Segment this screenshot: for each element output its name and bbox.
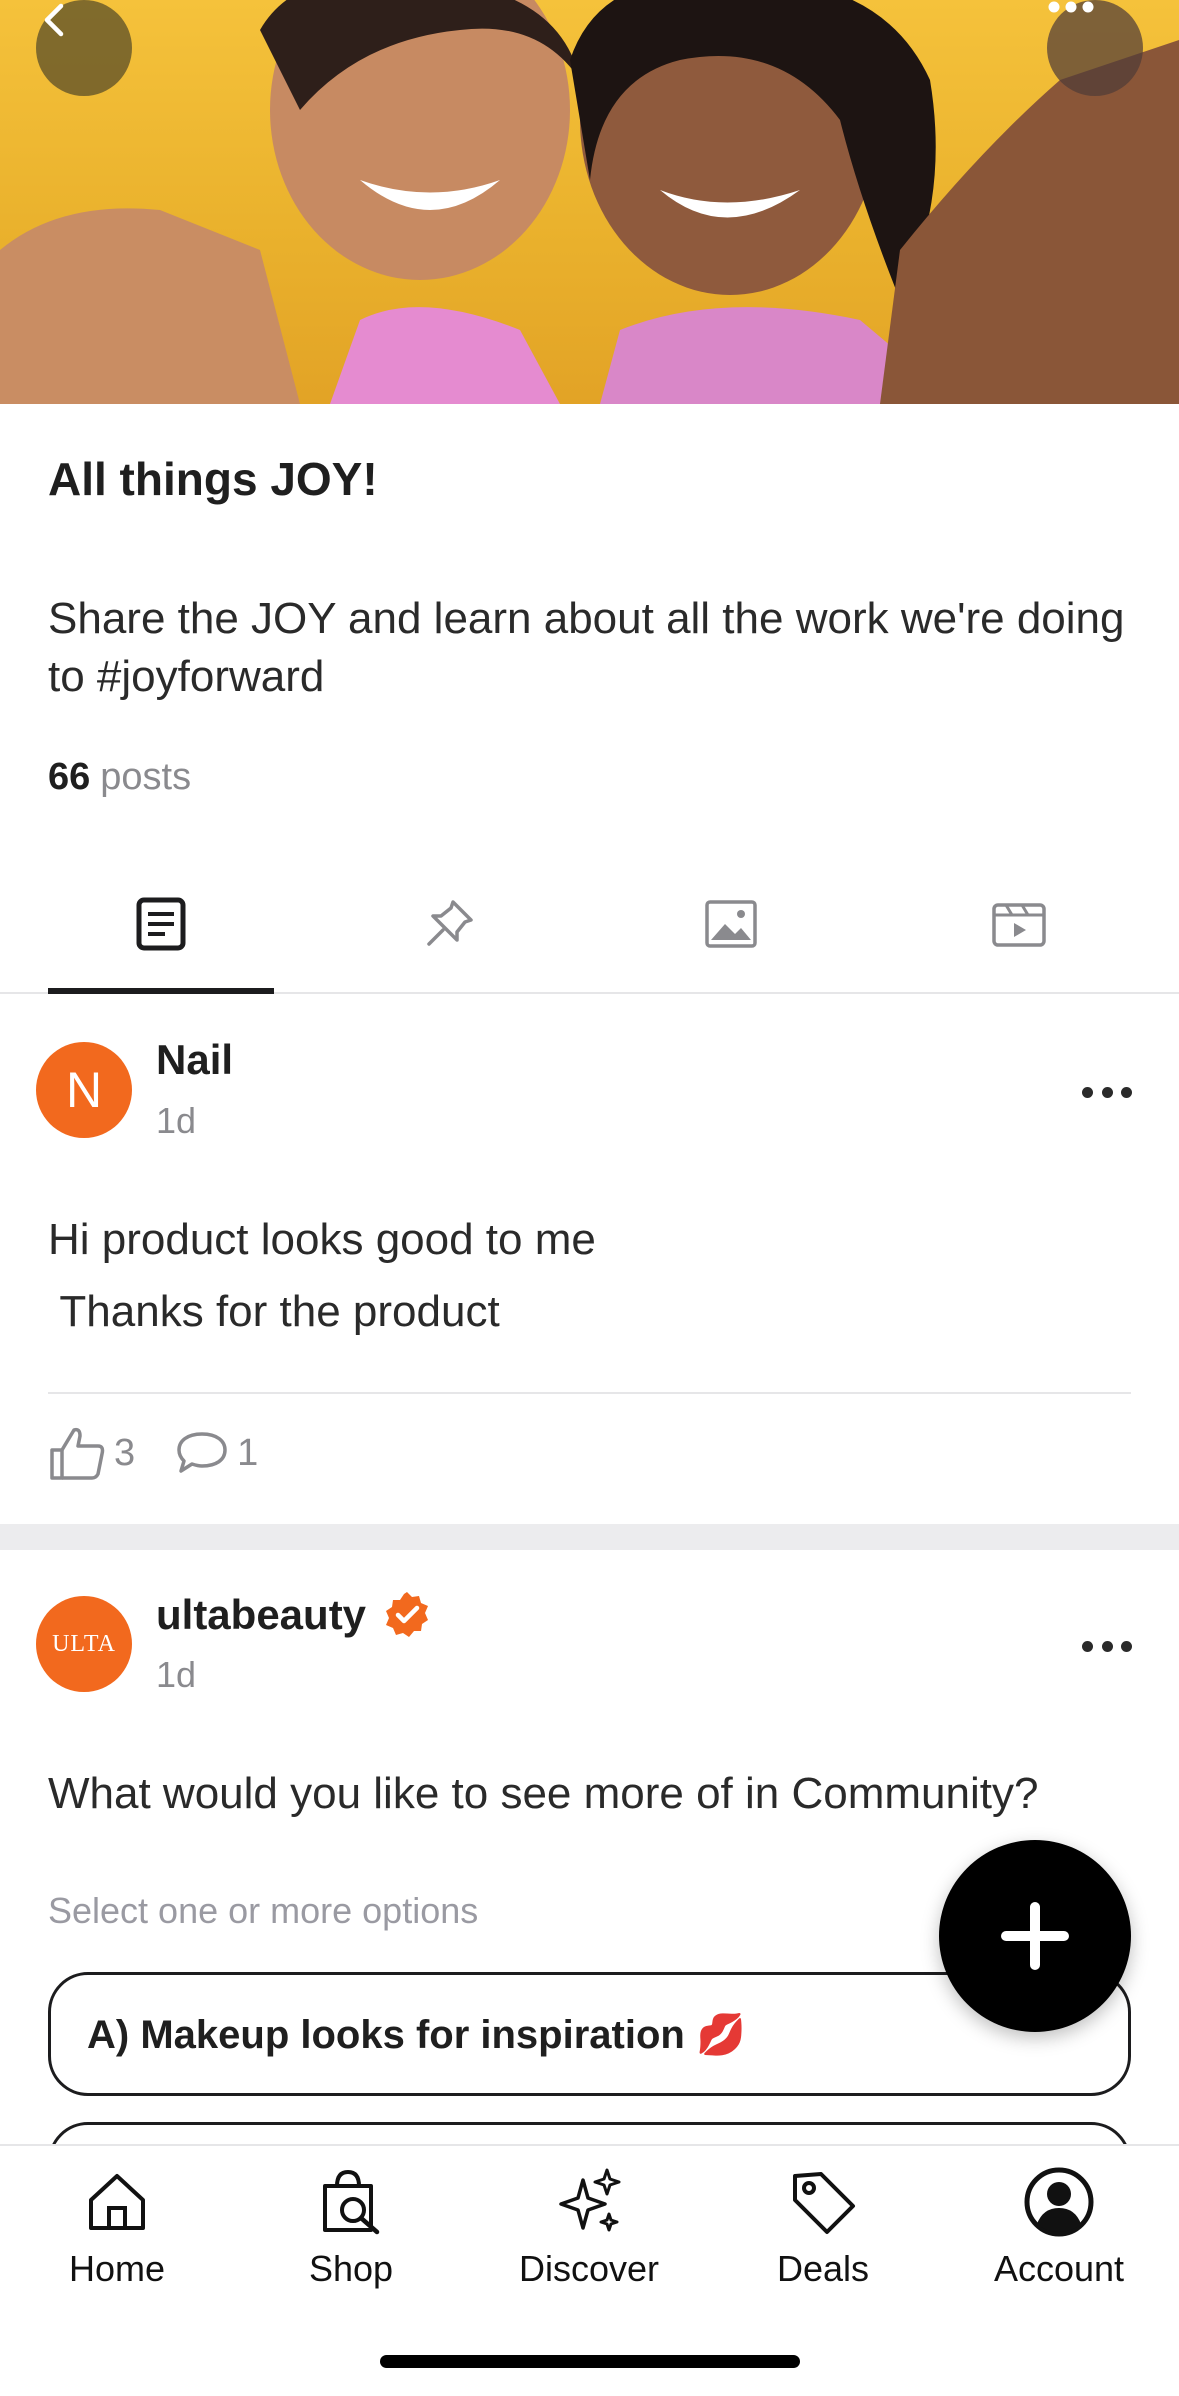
shopping-bag-search-icon: [323, 2169, 380, 2235]
sparkles-icon: [559, 2168, 621, 2232]
tab-videos[interactable]: [906, 856, 1132, 992]
video-icon: [992, 903, 1046, 947]
posts-count-label: posts: [100, 756, 192, 798]
posts-count-number: 66: [48, 756, 91, 798]
nav-shop[interactable]: Shop: [251, 2166, 451, 2290]
poll-question: What would you like to see more of in Co…: [48, 1769, 1039, 1818]
user-circle-icon: [1024, 2167, 1094, 2237]
back-button[interactable]: [36, 0, 132, 96]
home-indicator: [380, 2355, 800, 2368]
tab-pinned[interactable]: [336, 856, 562, 992]
chevron-left-icon: [44, 3, 64, 37]
more-horizontal-icon: [1048, 1, 1094, 13]
verified-badge-icon: [386, 1592, 429, 1637]
post-time: 1d: [156, 1654, 197, 1695]
avatar[interactable]: N: [36, 1042, 132, 1138]
content-tabs: [0, 856, 1179, 994]
nav-label: Home: [68, 2248, 166, 2289]
comment-icon[interactable]: [175, 1429, 229, 1477]
group-description: Share the JOY and learn about all the wo…: [48, 594, 1125, 701]
post-options-button[interactable]: [1082, 1636, 1132, 1656]
post-time: 1d: [156, 1100, 197, 1141]
cover-photo-illustration: [0, 0, 1179, 404]
tab-posts[interactable]: [48, 856, 274, 994]
group-title: All things JOY!: [48, 453, 378, 505]
pin-icon: [427, 900, 473, 946]
group-cover-image: [0, 0, 1179, 404]
post-divider: [48, 1392, 1131, 1394]
nav-account[interactable]: Account: [959, 2166, 1159, 2290]
avatar[interactable]: ULTA: [36, 1596, 132, 1692]
post-actions: 3 1: [48, 1424, 298, 1482]
poll-hint: Select one or more options: [48, 1890, 479, 1931]
tag-icon: [793, 2172, 855, 2234]
tab-photos[interactable]: [618, 856, 844, 992]
document-icon: [136, 897, 186, 951]
post-author[interactable]: ultabeauty: [156, 1591, 366, 1639]
post-body: Hi product looks good to me Thanks for t…: [48, 1215, 596, 1336]
plus-icon: [1001, 1902, 1069, 1970]
post-author[interactable]: Nail: [156, 1036, 233, 1084]
nav-discover[interactable]: Discover: [489, 2166, 689, 2290]
nav-label: Shop: [308, 2248, 394, 2289]
app-screen: All things JOY! Share the JOY and learn …: [0, 0, 1179, 2396]
post-options-button[interactable]: [1082, 1082, 1132, 1102]
home-icon: [89, 2174, 145, 2230]
posts-count: 66 posts: [48, 756, 191, 799]
image-icon: [705, 900, 757, 948]
thumbs-up-icon[interactable]: [48, 1424, 106, 1482]
group-options-button[interactable]: [1047, 0, 1143, 96]
nav-label: Deals: [776, 2248, 870, 2289]
nav-label: Account: [993, 2248, 1125, 2289]
like-count: 3: [114, 1431, 136, 1474]
post-author-row: ultabeauty: [156, 1590, 432, 1640]
nav-deals[interactable]: Deals: [723, 2166, 923, 2290]
post-separator: [0, 1524, 1179, 1550]
nav-label: Discover: [518, 2248, 660, 2289]
comment-count: 1: [237, 1431, 259, 1474]
create-post-button[interactable]: [939, 1840, 1131, 2032]
nav-home[interactable]: Home: [17, 2166, 217, 2290]
